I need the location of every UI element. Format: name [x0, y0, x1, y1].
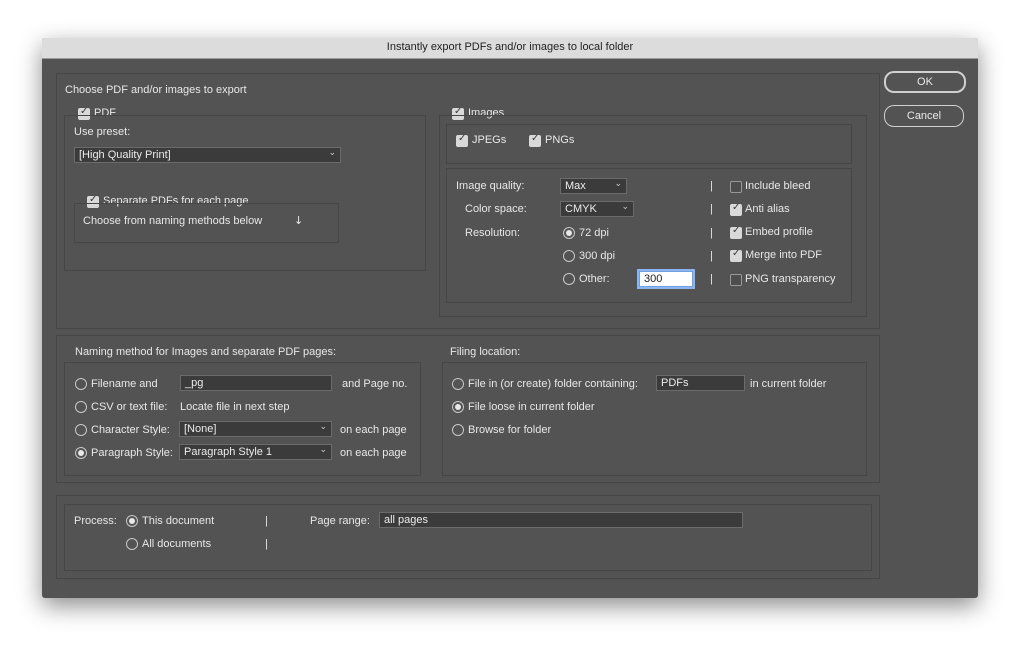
- quality-value: Max: [565, 180, 586, 192]
- png-transparency-label: PNG transparency: [745, 273, 836, 285]
- process-this-doc-label: This document: [142, 515, 215, 527]
- embed-profile-checkbox[interactable]: [730, 225, 742, 239]
- filing-loose-label: File loose in current folder: [468, 401, 595, 413]
- quality-select[interactable]: Max ⌄: [560, 178, 627, 194]
- separator: |: [265, 538, 268, 550]
- filing-browse-radio[interactable]: [452, 424, 464, 436]
- char-style-select[interactable]: [None] ⌄: [179, 421, 332, 437]
- colorspace-select[interactable]: CMYK ⌄: [560, 201, 634, 217]
- naming-heading: Naming method for Images and separate PD…: [75, 346, 337, 358]
- quality-label: Image quality:: [456, 180, 525, 192]
- filing-folder-label: File in (or create) folder containing:: [468, 378, 638, 390]
- filename-input[interactable]: _pg: [180, 375, 332, 391]
- window-title: Instantly export PDFs and/or images to l…: [386, 41, 634, 53]
- csv-hint: Locate file in next step: [180, 401, 290, 413]
- filing-loose-radio[interactable]: [452, 401, 464, 413]
- cancel-button[interactable]: Cancel: [884, 105, 964, 127]
- ok-button[interactable]: OK: [884, 71, 966, 93]
- separator: |: [710, 180, 713, 192]
- include-bleed-label: Include bleed: [745, 180, 811, 192]
- chevron-down-icon: ⌄: [614, 179, 622, 189]
- jpegs-checkbox[interactable]: [456, 133, 468, 147]
- chevron-down-icon: ⌄: [319, 445, 327, 455]
- para-style-suffix: on each page: [340, 447, 407, 459]
- filing-folder-radio[interactable]: [452, 378, 464, 390]
- jpegs-label: JPEGs: [472, 134, 507, 146]
- anti-alias-label: Anti alias: [745, 203, 790, 215]
- res-other-radio[interactable]: [563, 273, 575, 285]
- char-style-label: Character Style:: [91, 424, 170, 436]
- separator: |: [710, 227, 713, 239]
- process-all-docs-label: All documents: [142, 538, 212, 550]
- title-bar[interactable]: Instantly export PDFs and/or images to l…: [42, 38, 978, 59]
- pngs-checkbox[interactable]: [529, 133, 541, 147]
- res-300-label: 300 dpi: [579, 250, 616, 262]
- resolution-label: Resolution:: [465, 227, 521, 239]
- export-heading: Choose PDF and/or images to export: [65, 84, 247, 96]
- separator: |: [710, 250, 713, 262]
- char-style-suffix: on each page: [340, 424, 407, 436]
- process-all-docs-radio[interactable]: [126, 538, 138, 550]
- filename-label: Filename and: [91, 378, 158, 390]
- char-style-value: [None]: [184, 423, 217, 435]
- naming-char-style-radio[interactable]: [75, 424, 87, 436]
- export-dialog: Instantly export PDFs and/or images to l…: [42, 38, 978, 598]
- page-range-label: Page range:: [310, 515, 370, 527]
- preset-select[interactable]: [High Quality Print] ⌄: [74, 147, 341, 163]
- png-transparency-checkbox[interactable]: [730, 274, 742, 286]
- folder-name-input[interactable]: PDFs: [656, 375, 745, 391]
- chevron-down-icon: ⌄: [319, 422, 327, 432]
- separator: |: [710, 273, 713, 285]
- res-72-label: 72 dpi: [579, 227, 609, 239]
- pngs-label: PNGs: [545, 134, 575, 146]
- arrow-down-icon: ↓: [294, 214, 304, 227]
- res-other-input[interactable]: 300: [639, 271, 693, 287]
- res-300-radio[interactable]: [563, 250, 575, 262]
- preset-value: [High Quality Print]: [79, 149, 171, 161]
- anti-alias-checkbox[interactable]: [730, 202, 742, 216]
- naming-filename-radio[interactable]: [75, 378, 87, 390]
- filing-browse-label: Browse for folder: [468, 424, 552, 436]
- preset-label: Use preset:: [74, 126, 131, 138]
- process-this-doc-radio[interactable]: [126, 515, 138, 527]
- include-bleed-checkbox[interactable]: [730, 181, 742, 193]
- csv-label: CSV or text file:: [91, 401, 168, 413]
- separator: |: [710, 203, 713, 215]
- page-range-input[interactable]: all pages: [379, 512, 743, 528]
- res-other-label: Other:: [579, 273, 610, 285]
- res-72-radio[interactable]: [563, 227, 575, 239]
- naming-hint: Choose from naming methods below: [83, 215, 263, 227]
- filing-heading: Filing location:: [450, 346, 521, 358]
- para-style-value: Paragraph Style 1: [184, 446, 273, 458]
- merge-pdf-label: Merge into PDF: [745, 249, 823, 261]
- merge-pdf-checkbox[interactable]: [730, 248, 742, 262]
- filename-suffix: and Page no.: [342, 378, 408, 390]
- pdf-panel: [64, 115, 426, 271]
- colorspace-label: Color space:: [465, 203, 527, 215]
- chevron-down-icon: ⌄: [621, 202, 629, 212]
- naming-para-style-radio[interactable]: [75, 447, 87, 459]
- naming-csv-radio[interactable]: [75, 401, 87, 413]
- embed-profile-label: Embed profile: [745, 226, 813, 238]
- para-style-label: Paragraph Style:: [91, 447, 173, 459]
- chevron-down-icon: ⌄: [328, 148, 336, 158]
- filing-folder-suffix: in current folder: [750, 378, 827, 390]
- process-label: Process:: [74, 515, 117, 527]
- colorspace-value: CMYK: [565, 203, 597, 215]
- format-panel: [446, 124, 852, 164]
- para-style-select[interactable]: Paragraph Style 1 ⌄: [179, 444, 332, 460]
- separator: |: [265, 515, 268, 527]
